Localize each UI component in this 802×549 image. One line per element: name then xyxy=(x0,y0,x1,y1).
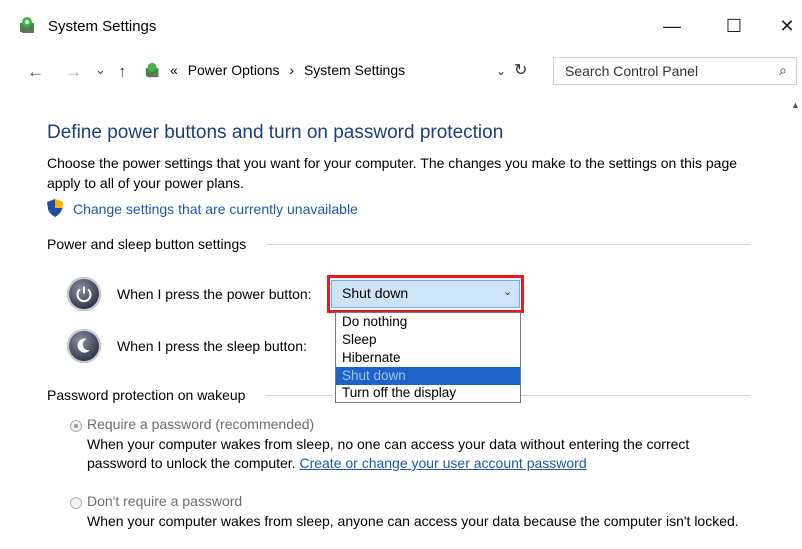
section-divider xyxy=(521,395,750,396)
no-password-label: Don't require a password xyxy=(87,493,243,509)
address-dropdown-icon[interactable]: ⌄ xyxy=(496,64,506,78)
search-placeholder: Search Control Panel xyxy=(565,63,699,79)
power-section-title: Power and sleep button settings xyxy=(47,236,247,252)
option-turn-off-display[interactable]: Turn off the display xyxy=(336,384,520,402)
control-panel-icon xyxy=(145,62,159,78)
create-password-link[interactable]: Create or change your user account passw… xyxy=(299,455,586,471)
no-password-description: When your computer wakes from sleep, any… xyxy=(87,513,739,529)
window-title: System Settings xyxy=(48,18,157,35)
option-hibernate[interactable]: Hibernate xyxy=(336,349,520,367)
change-settings-link[interactable]: Change settings that are currently unava… xyxy=(73,201,358,217)
page-title: Define power buttons and turn on passwor… xyxy=(47,122,504,143)
page-description: Choose the power settings that you want … xyxy=(47,155,738,191)
require-password-radio[interactable] xyxy=(70,420,82,432)
uac-shield-icon xyxy=(47,199,63,217)
sleep-button-label: When I press the sleep button: xyxy=(117,338,307,354)
refresh-icon[interactable]: ↻ xyxy=(514,60,527,80)
breadcrumb: « Power Options › System Settings xyxy=(170,62,405,78)
recent-locations-button[interactable]: ⌄ xyxy=(95,62,106,78)
option-sleep[interactable]: Sleep xyxy=(336,331,520,349)
option-shut-down[interactable]: Shut down xyxy=(336,367,520,385)
power-options-dropdown: Do nothing Sleep Hibernate Shut down Tur… xyxy=(335,312,521,403)
section-divider xyxy=(266,395,333,396)
breadcrumb-overflow[interactable]: « xyxy=(170,62,178,78)
highlight-box xyxy=(327,275,524,313)
minimize-button[interactable]: — xyxy=(650,10,694,42)
require-password-label: Require a password (recommended) xyxy=(87,416,315,432)
maximize-button[interactable]: ☐ xyxy=(712,10,756,42)
forward-button[interactable]: → xyxy=(65,62,82,82)
close-button[interactable]: ✕ xyxy=(765,10,802,42)
scrollbar-up-arrow[interactable]: ▲ xyxy=(791,100,800,110)
back-button[interactable]: ← xyxy=(27,62,44,82)
option-do-nothing[interactable]: Do nothing xyxy=(336,313,520,331)
power-button-icon xyxy=(67,277,101,311)
control-panel-icon xyxy=(20,17,34,33)
section-divider xyxy=(267,244,750,245)
breadcrumb-separator: › xyxy=(289,62,295,78)
no-password-radio[interactable] xyxy=(70,497,82,509)
sleep-button-icon xyxy=(67,329,101,363)
up-button[interactable]: ↑ xyxy=(118,62,127,82)
require-password-description: When your computer wakes from sleep, no … xyxy=(87,435,747,473)
breadcrumb-item-power-options[interactable]: Power Options xyxy=(188,62,280,78)
password-section-title: Password protection on wakeup xyxy=(47,387,246,403)
power-button-label: When I press the power button: xyxy=(117,286,312,302)
search-icon[interactable]: ⌕ xyxy=(779,62,787,79)
breadcrumb-item-system-settings[interactable]: System Settings xyxy=(304,62,405,78)
